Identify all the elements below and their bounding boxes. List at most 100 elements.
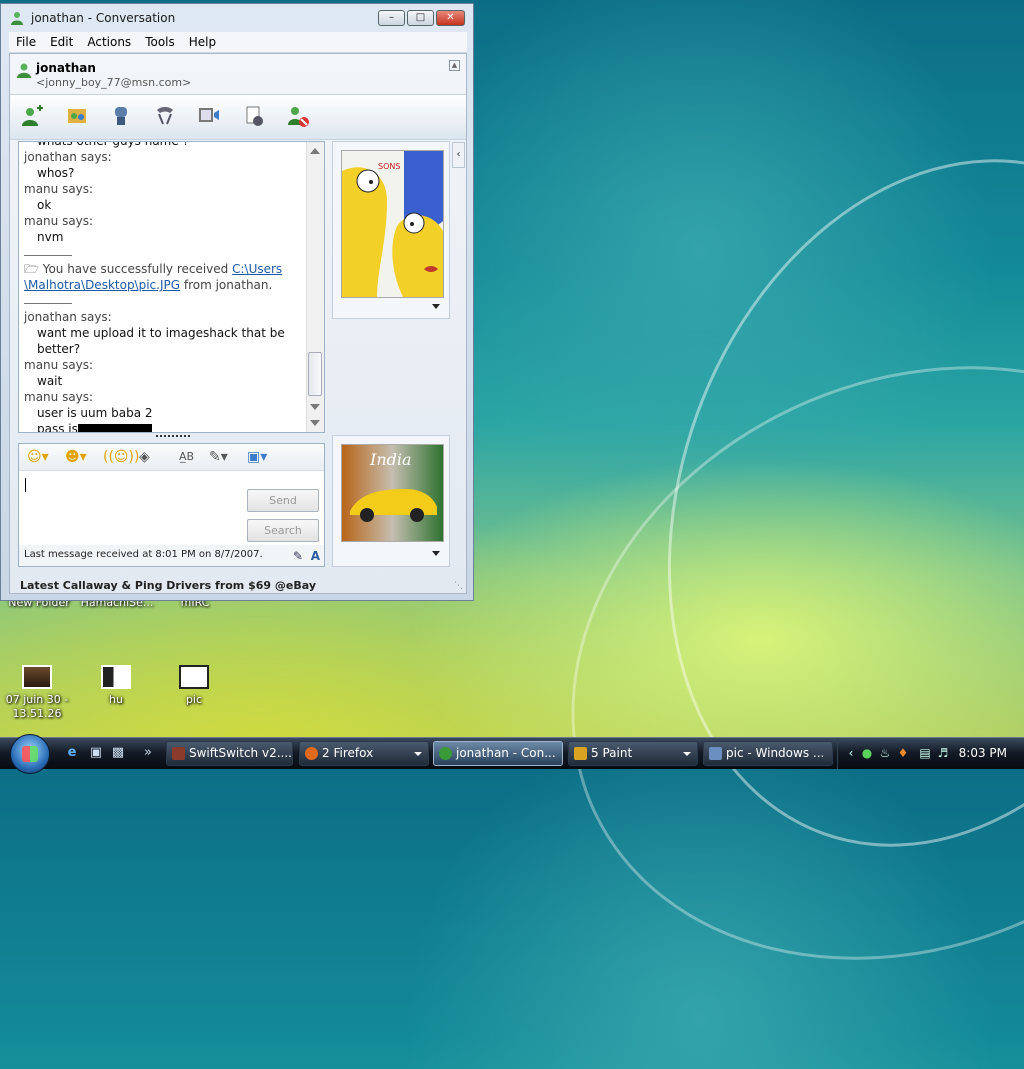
- transfer-text: You have successfully received: [42, 262, 233, 276]
- photo-label: 07 juin 30 - 13.51.26: [5, 693, 69, 720]
- menu-tools[interactable]: Tools: [138, 32, 182, 52]
- menu-edit[interactable]: Edit: [43, 32, 80, 52]
- show-desktop-icon[interactable]: ▣: [88, 745, 104, 761]
- chat-separator: [24, 245, 309, 261]
- message-text: wait: [37, 374, 63, 388]
- chat-history[interactable]: whats other guys name ? jonathan says: who…: [18, 141, 325, 433]
- firefox-tray-icon[interactable]: ♦: [896, 746, 910, 760]
- sender-line: manu says:: [24, 357, 309, 373]
- text-cursor: [25, 478, 26, 492]
- taskbar-button-photo-viewer[interactable]: pic - Windows ...: [703, 741, 833, 766]
- internet-explorer-icon[interactable]: e: [64, 745, 80, 761]
- type-icon[interactable]: A: [311, 549, 320, 563]
- menu-help[interactable]: Help: [182, 32, 223, 52]
- file-link[interactable]: C:\Users: [232, 262, 282, 276]
- sender-name: jonathan says:: [24, 310, 112, 324]
- block-contact-icon[interactable]: [285, 104, 311, 130]
- collapse-pictures-button[interactable]: ‹: [452, 142, 465, 168]
- font-icon[interactable]: A̲B: [179, 448, 194, 466]
- taskbar-button-paint[interactable]: 5 Paint: [568, 741, 698, 766]
- chat-lines: whats other guys name ? jonathan says: who…: [24, 142, 309, 432]
- background-brush-icon[interactable]: ✎▾: [209, 448, 228, 466]
- message-text: whos?: [37, 166, 75, 180]
- conversation-toolbar: [10, 94, 466, 140]
- messenger-tray-icon[interactable]: ●: [860, 746, 874, 760]
- menu-bar: File Edit Actions Tools Help: [9, 32, 467, 53]
- send-file-icon[interactable]: ▣▾: [247, 448, 267, 466]
- taskbar-button-swiftswitch[interactable]: SwiftSwitch v2....: [166, 741, 293, 766]
- redaction-bar: [77, 424, 152, 432]
- message-text: want me upload it to imageshack that be: [37, 326, 285, 340]
- message-text: ok: [37, 198, 52, 212]
- java-tray-icon[interactable]: ♨: [878, 746, 892, 760]
- message-line: whats other guys name ?: [24, 142, 309, 149]
- group-dropdown-icon: [414, 752, 422, 756]
- taskbar-button-firefox[interactable]: 2 Firefox: [299, 741, 429, 766]
- resize-grip-icon[interactable]: ⋱: [454, 581, 463, 591]
- messenger-icon: [439, 747, 452, 760]
- phone-call-icon[interactable]: [152, 104, 178, 130]
- maximize-button[interactable]: □: [407, 10, 434, 26]
- system-clock[interactable]: 8:03 PM: [959, 746, 1007, 760]
- status-bar: Last message received at 8:01 PM on 8/7/…: [18, 545, 325, 567]
- title-bar[interactable]: jonathan - Conversation – □ ✕: [1, 4, 473, 32]
- message-line: pass is: [24, 421, 309, 432]
- group-dropdown-icon: [683, 752, 691, 756]
- scroll-thumb[interactable]: [308, 352, 322, 396]
- wink-icon[interactable]: ☻▾: [65, 448, 87, 466]
- display-picture-frame: SONS: [341, 150, 444, 298]
- search-button[interactable]: Search: [247, 519, 319, 542]
- message-text: better?: [37, 342, 81, 356]
- contact-status-icon: [17, 63, 31, 78]
- file-link[interactable]: \Malhotra\Desktop\pic.JPG: [24, 278, 180, 292]
- scroll-down-arrow-icon[interactable]: [310, 404, 320, 410]
- message-line: whos?: [24, 165, 309, 181]
- volume-icon[interactable]: ♬: [936, 746, 950, 760]
- message-line: user is uum baba 2: [24, 405, 309, 421]
- nudge-icon[interactable]: ((☺)): [103, 448, 139, 466]
- quicklaunch-more-icon[interactable]: »: [140, 745, 156, 761]
- menu-file[interactable]: File: [9, 32, 43, 52]
- send-button[interactable]: Send: [247, 489, 319, 512]
- desktop-icon-pic[interactable]: pic: [157, 665, 231, 707]
- invite-contact-icon[interactable]: [19, 104, 45, 130]
- switch-windows-icon[interactable]: ▩: [110, 745, 126, 761]
- emoticon-icon[interactable]: ☺▾: [27, 448, 49, 466]
- folder-icon: 🗁: [24, 262, 43, 276]
- share-files-icon[interactable]: [64, 104, 90, 130]
- close-button[interactable]: ✕: [436, 10, 465, 26]
- chat-scrollbar[interactable]: [306, 142, 324, 432]
- desktop-icon-hu[interactable]: hu: [79, 665, 153, 707]
- my-picture-options-icon[interactable]: [432, 551, 440, 556]
- message-text: nvm: [37, 230, 64, 244]
- photo-file-icon: [22, 665, 52, 689]
- voice-call-icon[interactable]: [108, 104, 134, 130]
- transfer-tail: from jonathan.: [180, 278, 273, 292]
- games-icon[interactable]: [242, 104, 268, 130]
- picture-options-icon[interactable]: [432, 304, 440, 309]
- chat-separator: [24, 293, 309, 309]
- taskbar-button-label: pic - Windows ...: [726, 746, 825, 760]
- menu-actions[interactable]: Actions: [80, 32, 138, 52]
- taskbar-button-label: 5 Paint: [591, 746, 633, 760]
- message-line: ok: [24, 197, 309, 213]
- start-button[interactable]: [10, 734, 50, 774]
- pin-icon[interactable]: ▲: [449, 60, 460, 71]
- scroll-up-arrow-icon[interactable]: [310, 148, 320, 154]
- taskbar-button-conversation[interactable]: jonathan - Con...: [433, 741, 563, 766]
- voice-clip-icon[interactable]: ◈: [139, 448, 150, 466]
- taskbar-button-label: jonathan - Con...: [456, 746, 556, 760]
- india-caption: India: [369, 450, 412, 469]
- scroll-down-arrow-icon[interactable]: [310, 420, 320, 426]
- show-hidden-icons-icon[interactable]: ‹: [844, 746, 858, 760]
- ad-banner[interactable]: Latest Callaway & Ping Drivers from $69 …: [20, 579, 316, 592]
- windows-logo-icon: [22, 746, 38, 762]
- handwriting-icon[interactable]: ✎: [293, 549, 303, 563]
- pane-splitter[interactable]: [156, 435, 190, 437]
- video-call-icon[interactable]: [196, 104, 222, 130]
- minimize-button[interactable]: –: [378, 10, 405, 26]
- desktop-icon-photo[interactable]: 07 juin 30 - 13.51.26: [0, 665, 74, 721]
- my-display-picture[interactable]: India: [332, 435, 450, 567]
- network-icon[interactable]: ▤: [918, 746, 932, 760]
- contact-display-picture[interactable]: SONS: [332, 141, 450, 319]
